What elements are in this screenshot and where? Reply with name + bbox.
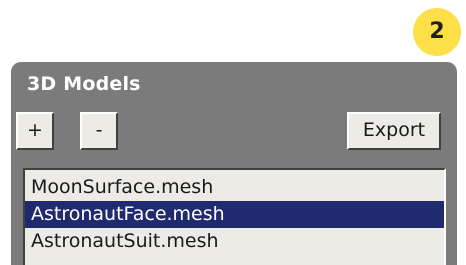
- stage: 2 3D Models + - Export MoonSurface.mesh …: [0, 0, 466, 265]
- step-number-badge: 2: [413, 8, 461, 56]
- panel-title: 3D Models: [27, 73, 141, 95]
- list-item-astronaut-face[interactable]: AstronautFace.mesh: [25, 201, 444, 228]
- list-item-astronaut-suit[interactable]: AstronautSuit.mesh: [25, 228, 444, 255]
- remove-model-button[interactable]: -: [80, 112, 118, 150]
- models-panel: 3D Models + - Export MoonSurface.mesh As…: [11, 62, 457, 265]
- models-listbox[interactable]: MoonSurface.mesh AstronautFace.mesh Astr…: [23, 168, 446, 265]
- list-item-moon-surface[interactable]: MoonSurface.mesh: [25, 174, 444, 201]
- export-button[interactable]: Export: [347, 112, 441, 150]
- add-model-button[interactable]: +: [16, 112, 54, 150]
